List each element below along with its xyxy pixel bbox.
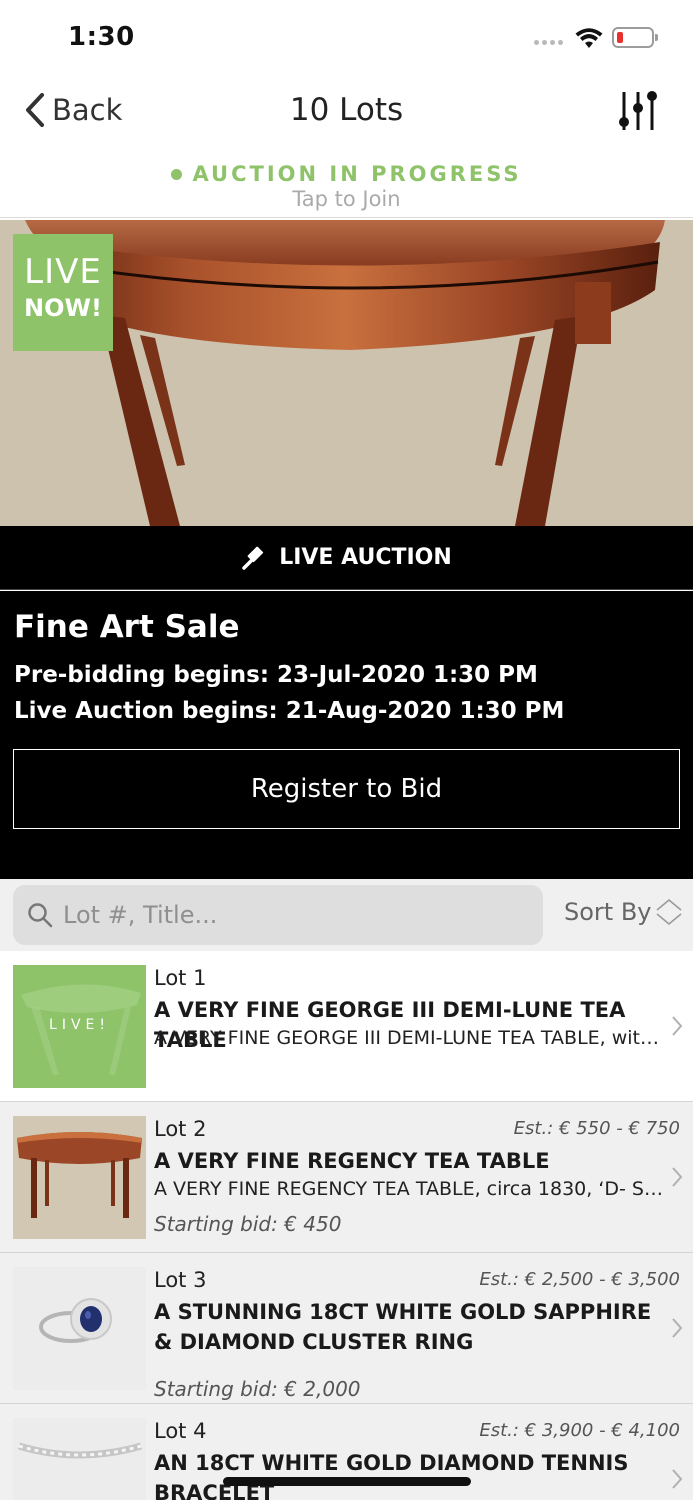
sort-by-label: Sort By bbox=[564, 898, 652, 926]
lot-estimate: Est.: € 3,900 - € 4,100 bbox=[479, 1420, 680, 1441]
lot-title: AN 18CT WHITE GOLD DIAMOND TENNIS BRACEL… bbox=[154, 1451, 629, 1500]
thumb-live-label: LIVE! bbox=[49, 1017, 110, 1033]
lot-thumbnail bbox=[13, 1116, 146, 1239]
progress-status: AUCTION IN PROGRESS bbox=[171, 162, 521, 186]
status-bar: 1:30 bbox=[0, 0, 693, 70]
sort-by-button[interactable]: Sort By bbox=[564, 897, 684, 927]
search-icon bbox=[28, 903, 53, 928]
auction-type-bar: LIVE AUCTION bbox=[0, 526, 693, 590]
live-dot-icon bbox=[171, 168, 183, 180]
chevron-right-icon bbox=[672, 1318, 683, 1338]
live-auction-date: Live Auction begins: 21-Aug-2020 1:30 PM bbox=[14, 698, 565, 724]
live-now-badge: LIVE NOW! bbox=[13, 234, 113, 351]
tap-to-join-label: Tap to Join bbox=[292, 187, 401, 211]
filter-sliders-icon[interactable] bbox=[616, 88, 662, 134]
progress-status-label: AUCTION IN PROGRESS bbox=[192, 162, 522, 186]
lot-description: A VERY FINE REGENCY TEA TABLE, circa 183… bbox=[154, 1178, 669, 1200]
sale-info-section: Fine Art Sale Pre-bidding begins: 23-Jul… bbox=[0, 591, 693, 879]
live-badge-line2: NOW! bbox=[24, 294, 102, 322]
gavel-icon bbox=[242, 546, 264, 570]
lot-title: A VERY FINE REGENCY TEA TABLE bbox=[154, 1149, 550, 1173]
lot-number: Lot 4 bbox=[154, 1419, 207, 1443]
lot-row[interactable]: Lot 2 Est.: € 550 - € 750 A VERY FINE RE… bbox=[0, 1102, 693, 1253]
prebidding-date: Pre-bidding begins: 23-Jul-2020 1:30 PM bbox=[14, 662, 538, 688]
lot-number: Lot 3 bbox=[154, 1268, 207, 1292]
home-indicator[interactable] bbox=[223, 1477, 471, 1486]
lot-row[interactable]: LIVE! Lot 1 A VERY FINE GEORGE III DEMI-… bbox=[0, 951, 693, 1102]
chevron-right-icon bbox=[672, 1016, 683, 1036]
lot-title: A STUNNING 18CT WHITE GOLD SAPPHIRE & DI… bbox=[154, 1300, 652, 1354]
lot-thumbnail bbox=[13, 1267, 146, 1390]
register-to-bid-button[interactable]: Register to Bid bbox=[13, 749, 680, 829]
chevron-right-icon bbox=[672, 1469, 683, 1489]
back-button[interactable]: Back bbox=[24, 92, 122, 128]
sapphire-ring-thumb-image bbox=[13, 1267, 146, 1390]
lot-starting-bid: Starting bid: € 450 bbox=[154, 1212, 342, 1236]
lot-starting-bid: Starting bid: € 2,000 bbox=[154, 1377, 361, 1401]
chevron-left-icon bbox=[26, 93, 44, 127]
sale-title: Fine Art Sale bbox=[14, 609, 240, 645]
lot-estimate: Est.: € 2,500 - € 3,500 bbox=[479, 1269, 680, 1290]
status-time: 1:30 bbox=[68, 22, 135, 52]
live-badge-line1: LIVE bbox=[24, 252, 102, 292]
battery-icon bbox=[612, 27, 658, 48]
lot-number: Lot 2 bbox=[154, 1117, 207, 1141]
chevron-right-icon bbox=[672, 1167, 683, 1187]
search-input[interactable]: Lot #, Title... bbox=[13, 885, 543, 945]
auction-progress-banner[interactable]: AUCTION IN PROGRESS Tap to Join bbox=[0, 156, 693, 218]
regency-table-thumb-image bbox=[13, 1116, 146, 1239]
tennis-bracelet-thumb-image bbox=[13, 1418, 146, 1500]
back-label: Back bbox=[52, 93, 123, 127]
lot-estimate: Est.: € 550 - € 750 bbox=[513, 1118, 680, 1139]
lot-thumbnail bbox=[13, 1418, 146, 1500]
lot-row[interactable]: Lot 3 Est.: € 2,500 - € 3,500 A STUNNING… bbox=[0, 1253, 693, 1404]
sort-diamond-icon bbox=[656, 899, 681, 925]
lot-thumbnail: LIVE! bbox=[13, 965, 146, 1088]
signal-icon bbox=[534, 40, 563, 45]
lot-list: LIVE! Lot 1 A VERY FINE GEORGE III DEMI-… bbox=[0, 951, 693, 1500]
lot-description: A VERY FINE GEORGE III DEMI-LUNE TEA TAB… bbox=[154, 1027, 669, 1049]
nav-bar: 10 Lots Back bbox=[0, 72, 693, 152]
lot-number: Lot 1 bbox=[154, 966, 207, 990]
wifi-icon bbox=[575, 28, 603, 48]
search-placeholder: Lot #, Title... bbox=[63, 901, 218, 929]
auction-type-label: LIVE AUCTION bbox=[279, 545, 452, 570]
search-row: Lot #, Title... Sort By bbox=[0, 879, 693, 951]
